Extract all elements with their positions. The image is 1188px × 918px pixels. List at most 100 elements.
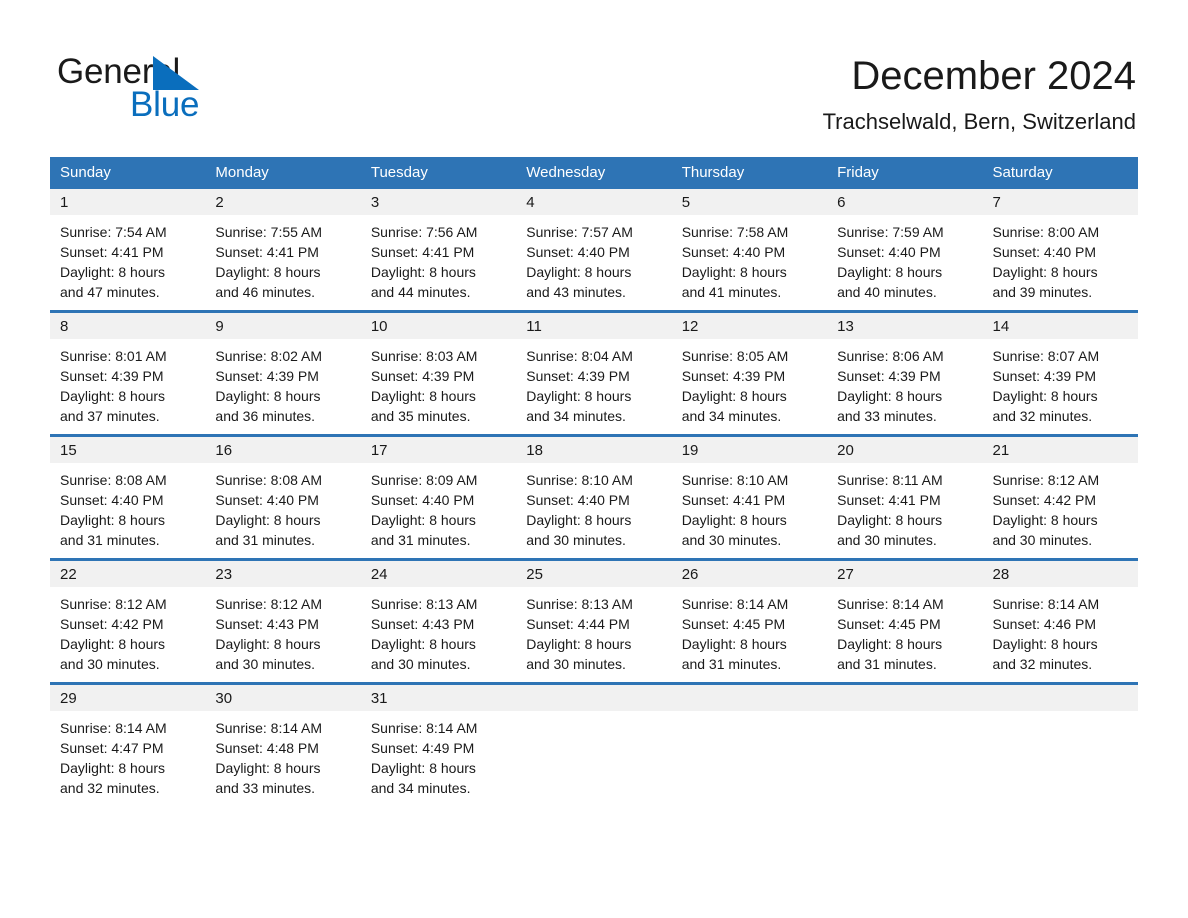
day-number: 19 [671, 437, 828, 463]
day-cell[interactable]: 17 Sunrise: 8:09 AM Sunset: 4:40 PM Dayl… [360, 437, 517, 558]
daylight-text-line2: and 30 minutes. [526, 532, 626, 548]
daylight-text-line1: Daylight: 8 hours [992, 264, 1098, 280]
day-cell[interactable]: 12 Sunrise: 8:05 AM Sunset: 4:39 PM Dayl… [671, 313, 828, 434]
day-cell[interactable]: 25 Sunrise: 8:13 AM Sunset: 4:44 PM Dayl… [516, 561, 672, 682]
sunrise-text: Sunrise: 8:02 AM [215, 348, 323, 364]
daylight-text-line2: and 47 minutes. [60, 284, 160, 300]
sunset-text: Sunset: 4:47 PM [60, 740, 164, 756]
sunrise-text: Sunrise: 8:09 AM [370, 472, 478, 488]
daylight-text-line2: and 31 minutes. [215, 532, 316, 548]
day-cell[interactable]: 26 Sunrise: 8:14 AM Sunset: 4:45 PM Dayl… [671, 561, 828, 682]
day-cell[interactable]: 3 Sunrise: 7:56 AM Sunset: 4:41 PM Dayli… [360, 189, 517, 310]
day-details: Sunrise: 8:10 AM Sunset: 4:40 PM Dayligh… [516, 463, 671, 558]
day-number: 29 [50, 685, 206, 711]
day-number: 28 [982, 561, 1138, 587]
day-details: Sunrise: 7:54 AM Sunset: 4:41 PM Dayligh… [50, 215, 205, 310]
sunrise-text: Sunrise: 8:10 AM [526, 472, 633, 488]
sunrise-text: Sunrise: 7:55 AM [215, 224, 323, 240]
logo-text-blue: Blue [130, 85, 200, 124]
day-cell[interactable]: 6 Sunrise: 7:59 AM Sunset: 4:40 PM Dayli… [827, 189, 983, 310]
sunset-text: Sunset: 4:40 PM [526, 492, 630, 508]
daylight-text-line1: Daylight: 8 hours [215, 512, 321, 528]
sunrise-text: Sunrise: 8:14 AM [681, 596, 789, 612]
day-cell[interactable]: 24 Sunrise: 8:13 AM Sunset: 4:43 PM Dayl… [360, 561, 517, 682]
day-number [827, 685, 983, 711]
day-details: Sunrise: 8:14 AM Sunset: 4:45 PM Dayligh… [672, 587, 827, 682]
sunrise-text: Sunrise: 8:14 AM [215, 720, 323, 736]
daylight-text-line2: and 30 minutes. [681, 532, 782, 548]
day-details [516, 711, 671, 806]
daylight-text-line1: Daylight: 8 hours [370, 636, 476, 652]
day-details: Sunrise: 7:55 AM Sunset: 4:41 PM Dayligh… [205, 215, 360, 310]
sunrise-text: Sunrise: 8:03 AM [370, 348, 478, 364]
day-cell[interactable]: 18 Sunrise: 8:10 AM Sunset: 4:40 PM Dayl… [516, 437, 672, 558]
day-cell[interactable]: 9 Sunrise: 8:02 AM Sunset: 4:39 PM Dayli… [205, 313, 361, 434]
day-cell[interactable]: 15 Sunrise: 8:08 AM Sunset: 4:40 PM Dayl… [50, 437, 206, 558]
day-cell[interactable]: 8 Sunrise: 8:01 AM Sunset: 4:39 PM Dayli… [50, 313, 206, 434]
day-cell[interactable]: 30 Sunrise: 8:14 AM Sunset: 4:48 PM Dayl… [205, 685, 361, 806]
weekday-header-sunday: Sunday [60, 164, 111, 181]
daylight-text-line1: Daylight: 8 hours [526, 264, 632, 280]
day-details: Sunrise: 8:09 AM Sunset: 4:40 PM Dayligh… [361, 463, 516, 558]
daylight-text-line1: Daylight: 8 hours [60, 760, 166, 776]
sunset-text: Sunset: 4:39 PM [837, 368, 941, 384]
daylight-text-line1: Daylight: 8 hours [60, 388, 166, 404]
day-cell[interactable]: 11 Sunrise: 8:04 AM Sunset: 4:39 PM Dayl… [516, 313, 672, 434]
daylight-text-line1: Daylight: 8 hours [992, 636, 1098, 652]
day-cell[interactable]: 14 Sunrise: 8:07 AM Sunset: 4:39 PM Dayl… [982, 313, 1138, 434]
day-details: Sunrise: 8:06 AM Sunset: 4:39 PM Dayligh… [827, 339, 982, 434]
daylight-text-line2: and 32 minutes. [60, 780, 160, 796]
day-cell[interactable]: 1 Sunrise: 7:54 AM Sunset: 4:41 PM Dayli… [50, 189, 206, 310]
day-cell[interactable]: 27 Sunrise: 8:14 AM Sunset: 4:45 PM Dayl… [827, 561, 983, 682]
day-cell[interactable]: 16 Sunrise: 8:08 AM Sunset: 4:40 PM Dayl… [205, 437, 361, 558]
day-cell[interactable]: 13 Sunrise: 8:06 AM Sunset: 4:39 PM Dayl… [827, 313, 983, 434]
sunset-text: Sunset: 4:39 PM [60, 368, 164, 384]
day-number: 18 [516, 437, 672, 463]
day-number [516, 685, 672, 711]
day-number: 24 [360, 561, 517, 587]
daylight-text-line1: Daylight: 8 hours [837, 264, 943, 280]
daylight-text-line1: Daylight: 8 hours [370, 760, 476, 776]
day-cell[interactable]: 5 Sunrise: 7:58 AM Sunset: 4:40 PM Dayli… [671, 189, 828, 310]
day-cell[interactable]: 22 Sunrise: 8:12 AM Sunset: 4:42 PM Dayl… [50, 561, 206, 682]
day-cell[interactable]: 7 Sunrise: 8:00 AM Sunset: 4:40 PM Dayli… [982, 189, 1138, 310]
day-cell[interactable]: 23 Sunrise: 8:12 AM Sunset: 4:43 PM Dayl… [205, 561, 361, 682]
daylight-text-line2: and 35 minutes. [370, 408, 471, 424]
daylight-text-line1: Daylight: 8 hours [215, 760, 321, 776]
sunrise-text: Sunrise: 8:01 AM [60, 348, 167, 364]
sunset-text: Sunset: 4:41 PM [215, 244, 319, 260]
daylight-text-line1: Daylight: 8 hours [526, 388, 632, 404]
day-cell[interactable]: 4 Sunrise: 7:57 AM Sunset: 4:40 PM Dayli… [516, 189, 672, 310]
sunset-text: Sunset: 4:40 PM [681, 244, 786, 260]
day-details: Sunrise: 8:05 AM Sunset: 4:39 PM Dayligh… [672, 339, 827, 434]
sunset-text: Sunset: 4:48 PM [215, 740, 319, 756]
day-number: 14 [982, 313, 1138, 339]
daylight-text-line1: Daylight: 8 hours [215, 388, 321, 404]
day-cell[interactable]: 31 Sunrise: 8:14 AM Sunset: 4:49 PM Dayl… [360, 685, 517, 806]
week-row: 15 Sunrise: 8:08 AM Sunset: 4:40 PM Dayl… [50, 434, 1138, 558]
day-cell[interactable]: 29 Sunrise: 8:14 AM Sunset: 4:47 PM Dayl… [50, 685, 206, 806]
day-details: Sunrise: 8:14 AM Sunset: 4:45 PM Dayligh… [827, 587, 982, 682]
sunrise-text: Sunrise: 8:10 AM [681, 472, 789, 488]
day-details [983, 711, 1138, 806]
sunset-text: Sunset: 4:39 PM [370, 368, 475, 384]
day-details: Sunrise: 8:10 AM Sunset: 4:41 PM Dayligh… [672, 463, 827, 558]
day-details: Sunrise: 8:14 AM Sunset: 4:48 PM Dayligh… [205, 711, 360, 806]
day-cell[interactable]: 20 Sunrise: 8:11 AM Sunset: 4:41 PM Dayl… [827, 437, 983, 558]
day-number [982, 685, 1138, 711]
day-cell[interactable]: 19 Sunrise: 8:10 AM Sunset: 4:41 PM Dayl… [671, 437, 828, 558]
daylight-text-line2: and 39 minutes. [992, 284, 1093, 300]
daylight-text-line2: and 46 minutes. [215, 284, 316, 300]
day-cell[interactable]: 21 Sunrise: 8:12 AM Sunset: 4:42 PM Dayl… [982, 437, 1138, 558]
day-cell[interactable]: 2 Sunrise: 7:55 AM Sunset: 4:41 PM Dayli… [205, 189, 361, 310]
day-cell[interactable]: 28 Sunrise: 8:14 AM Sunset: 4:46 PM Dayl… [982, 561, 1138, 682]
weekday-header-row: Sunday Monday Tuesday Wednesday Thursday… [50, 157, 1138, 189]
sunrise-text: Sunrise: 8:14 AM [837, 596, 944, 612]
sunrise-text: Sunrise: 8:00 AM [992, 224, 1100, 240]
calendar-table: Sunday Monday Tuesday Wednesday Thursday… [50, 157, 1138, 806]
day-number: 23 [205, 561, 361, 587]
sunset-text: Sunset: 4:42 PM [992, 492, 1097, 508]
sunset-text: Sunset: 4:41 PM [60, 244, 164, 260]
day-cell[interactable]: 10 Sunrise: 8:03 AM Sunset: 4:39 PM Dayl… [360, 313, 517, 434]
sunrise-text: Sunrise: 8:05 AM [681, 348, 789, 364]
